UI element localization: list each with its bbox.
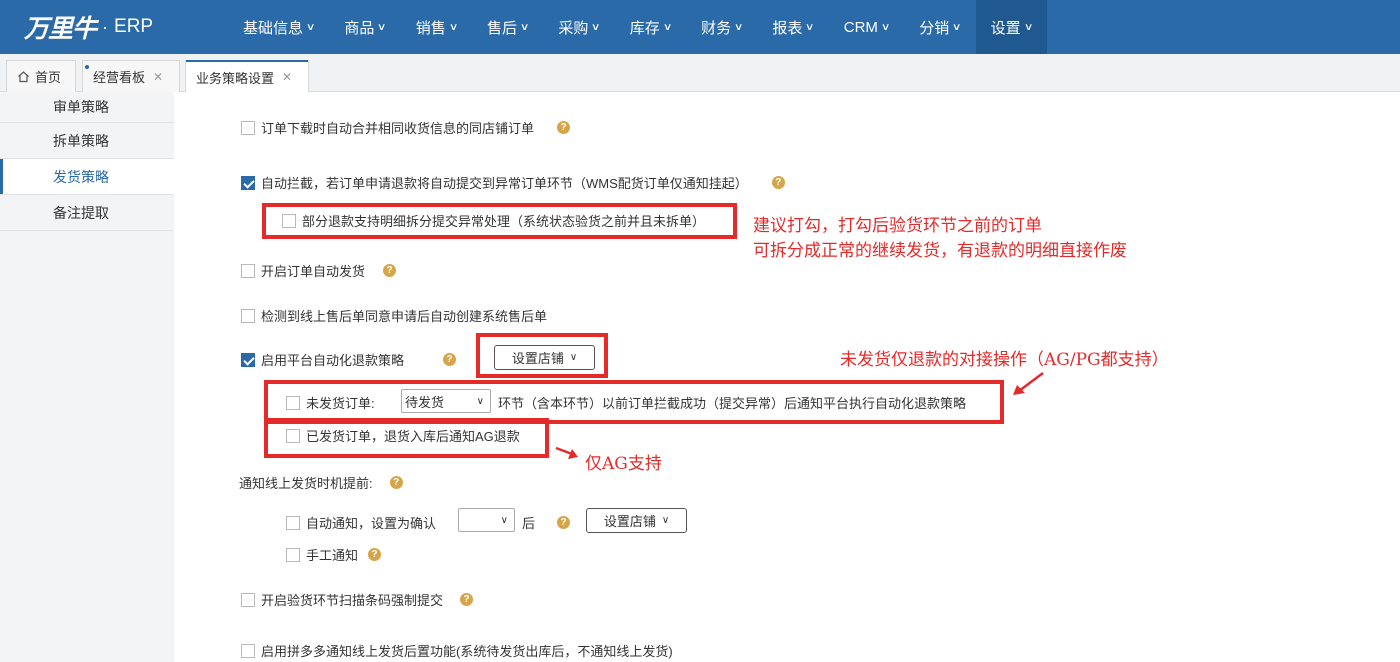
chevron-down-icon: ∨ [519,21,530,33]
annotation-suggest: 建议打勾，打勾后验货环节之前的订单 [753,216,1042,236]
help-icon[interactable]: ? [771,176,785,189]
auto-ship-checkbox[interactable] [241,263,255,278]
tab-business-strategy[interactable]: 业务策略设置 ✕ [185,60,309,93]
setting-platform-refund: 启用平台自动化退款策略 ? [241,350,457,369]
help-icon[interactable]: ? [368,548,382,561]
help-icon[interactable]: ? [443,353,457,366]
tab-bar: 首页 经营看板 ✕ 业务策略设置 ✕ [0,54,1400,93]
help-icon[interactable]: ? [383,264,397,277]
notify-title-row: 通知线上发货时机提前: ? [239,473,403,492]
setting-auto-notify: 自动通知，设置为确认 [286,513,436,532]
unread-dot [85,65,89,69]
help-icon[interactable]: ? [460,593,474,606]
nav-item-purchase[interactable]: 采购 ∨ [543,0,614,54]
nav-item-settings[interactable]: 设置 ∨ [975,0,1047,54]
setting-manual-notify: 手工通知 ? [286,545,382,564]
nav-item-reports[interactable]: 报表 ∨ [757,0,828,54]
chevron-down-icon: ∨ [377,21,387,33]
help-icon[interactable]: ? [557,121,571,134]
sidebar-item-shipping[interactable]: 发货策略 [0,159,174,195]
setting-pdd-notify: 启用拼多多通知线上发货后置功能(系统待发货出库后，不通知线上发货) [241,641,673,660]
chevron-down-icon: ∨ [1023,21,1034,33]
set-shop-button-notify[interactable]: 设置店铺 ∨ [586,508,687,533]
chevron-down-icon: ∨ [591,21,601,33]
sidebar-item-audit[interactable]: 审单策略 [0,92,174,123]
highlight-box-shipped [264,418,549,458]
chevron-down-icon: ∨ [733,21,744,33]
setting-merge-orders: 订单下载时自动合并相同收货信息的同店铺订单 ? [241,118,571,137]
scan-barcode-checkbox[interactable] [241,592,255,607]
sidebar-item-remark[interactable]: 备注提取 [0,195,174,231]
merge-orders-checkbox[interactable] [241,120,255,135]
help-icon[interactable]: ? [389,476,403,489]
auto-intercept-checkbox[interactable] [241,175,255,190]
nav-item-sales[interactable]: 销售 ∨ [401,0,472,54]
app-logo[interactable]: 万里牛 · ERP [24,8,153,46]
auto-notify-after: 后 ? [522,513,571,532]
home-icon [18,71,29,83]
main-nav: 基础信息 ∨ 商品 ∨ 销售 ∨ 售后 ∨ 采购 ∨ 库存 ∨ 财务 ∨ 报表 ∨ CRM ∨ 分… [228,0,1047,54]
chevron-down-icon: ∨ [880,21,891,33]
tab-home[interactable]: 首页 [6,60,76,92]
highlight-box-partial-refund [262,203,737,239]
nav-item-products[interactable]: 商品 ∨ [329,0,400,54]
logo-mark: 万里牛 [24,14,97,43]
after-sale-checkbox[interactable] [241,308,255,323]
chevron-down-icon: ∨ [661,515,670,526]
close-icon[interactable]: ✕ [282,70,292,84]
pdd-notify-checkbox[interactable] [241,643,255,658]
auto-notify-checkbox[interactable] [286,515,300,530]
close-icon[interactable]: ✕ [153,70,163,84]
logo-erp-text: ERP [114,16,154,37]
logo-dot: · [102,16,109,37]
chevron-down-icon: ∨ [448,21,459,33]
manual-notify-checkbox[interactable] [286,547,300,562]
tab-dashboard[interactable]: 经营看板 ✕ [82,60,180,92]
setting-after-sale: 检测到线上售后单同意申请后自动创建系统售后单 [241,306,547,325]
top-navbar: 万里牛 · ERP 基础信息 ∨ 商品 ∨ 销售 ∨ 售后 ∨ 采购 ∨ 库存 ∨ 财务 ∨ … [0,0,1400,54]
nav-item-after-sales[interactable]: 售后 ∨ [472,0,543,54]
annotation-suggest-2: 可拆分成正常的继续发货，有退款的明细直接作废 [753,241,1127,261]
chevron-down-icon: ∨ [662,21,673,33]
setting-auto-ship: 开启订单自动发货 ? [241,261,397,280]
nav-item-inventory[interactable]: 库存 ∨ [615,0,686,54]
highlight-box-set-shop [476,333,608,378]
nav-item-distribution[interactable]: 分销 ∨ [904,0,975,54]
annotation-arrow-icon [555,446,578,459]
nav-item-finance[interactable]: 财务 ∨ [686,0,757,54]
chevron-down-icon: ∨ [305,21,316,33]
confirm-stage-select[interactable]: ∨ [458,508,515,532]
annotation-arrow-icon [1013,372,1044,395]
chevron-down-icon: ∨ [500,514,508,526]
nav-item-basic-info[interactable]: 基础信息 ∨ [228,0,329,54]
sidebar: 审单策略 拆单策略 发货策略 备注提取 [0,92,174,662]
nav-item-crm[interactable]: CRM ∨ [829,0,905,54]
chevron-down-icon: ∨ [805,21,815,33]
chevron-down-icon: ∨ [952,21,962,33]
help-icon[interactable]: ? [557,516,571,529]
sidebar-item-split[interactable]: 拆单策略 [0,123,174,159]
setting-scan-barcode: 开启验货环节扫描条码强制提交 ? [241,590,474,609]
setting-auto-intercept: 自动拦截，若订单申请退款将自动提交到异常订单环节（WMS配货订单仅通知挂起） ? [241,173,785,192]
annotation-ag-only: 仅AG支持 [585,454,662,474]
platform-refund-checkbox[interactable] [241,352,255,367]
